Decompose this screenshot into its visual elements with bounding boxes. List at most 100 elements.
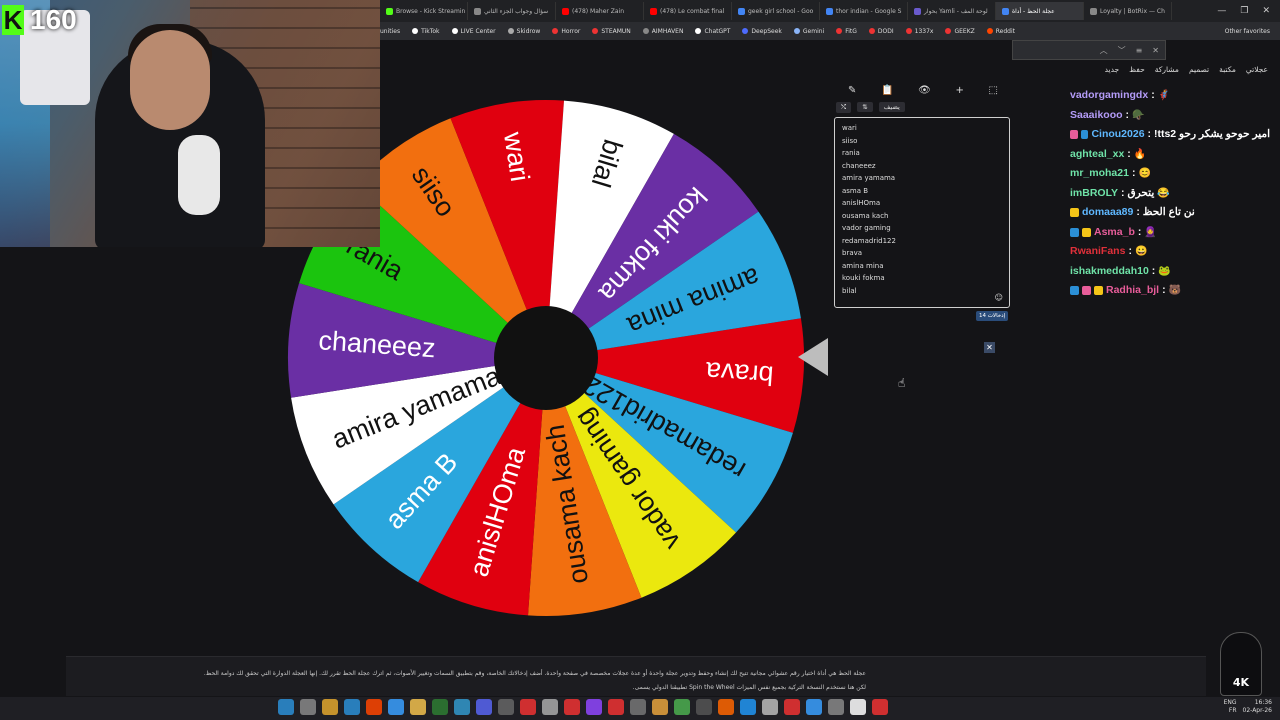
close-icon[interactable]: ✕: [1262, 6, 1270, 16]
toolbar-library[interactable]: مكتبة: [1219, 65, 1236, 74]
entry-line[interactable]: ousama kach: [842, 210, 1002, 223]
bookmark-item[interactable]: Gemini: [793, 28, 824, 35]
chat-username[interactable]: Cinou2026: [1091, 125, 1144, 145]
toolbar-save[interactable]: حفظ: [1129, 65, 1145, 74]
taskbar-app-icon[interactable]: [520, 699, 536, 715]
chat-username[interactable]: ishakmeddah10: [1070, 262, 1149, 282]
bookmark-item[interactable]: LIVE Center: [451, 28, 496, 35]
clock[interactable]: 16:36 02-Apr-26: [1243, 699, 1272, 715]
entry-line[interactable]: amira yamama: [842, 172, 1002, 185]
bookmark-item[interactable]: DODI: [868, 28, 894, 35]
browser-tab[interactable]: thor indian - Google S: [820, 2, 908, 20]
expand-icon[interactable]: ⬚: [989, 85, 998, 96]
entries-textarea[interactable]: wari siiso rania chaneeez amira yamama asma B…: [834, 117, 1010, 308]
entry-line[interactable]: rania: [842, 147, 1002, 160]
emoji-icon[interactable]: ☺: [995, 293, 1003, 302]
bookmark-item[interactable]: FitG: [836, 28, 857, 35]
entry-line[interactable]: amina mina: [842, 260, 1002, 273]
shuffle-button[interactable]: ⤭: [836, 101, 852, 113]
bookmark-item[interactable]: DeepSeek: [742, 28, 782, 35]
taskbar-app-icon[interactable]: [718, 699, 734, 715]
taskbar-app-icon[interactable]: [828, 699, 844, 715]
taskbar-app-icon[interactable]: [322, 699, 338, 715]
taskbar-app-icon[interactable]: [850, 699, 866, 715]
browser-tab[interactable]: geek girl school - Goo: [732, 2, 820, 20]
browser-tab[interactable]: سؤال وجواب الجزء الثاني: [468, 2, 556, 20]
bookmark-item[interactable]: Reddit: [986, 28, 1015, 35]
find-prev-icon[interactable]: ︿: [1100, 45, 1108, 56]
find-menu-icon[interactable]: ≡: [1136, 46, 1143, 55]
bookmark-item[interactable]: GEEKZ: [945, 28, 975, 35]
entry-line[interactable]: chaneeez: [842, 160, 1002, 173]
sort-button[interactable]: ⇅: [857, 102, 873, 112]
taskbar-app-icon[interactable]: [476, 699, 492, 715]
entry-line[interactable]: anislHOma: [842, 197, 1002, 210]
maximize-icon[interactable]: ❐: [1240, 6, 1248, 16]
entry-line[interactable]: bilal: [842, 285, 1002, 298]
taskbar-app-icon[interactable]: [410, 699, 426, 715]
taskbar-app-icon[interactable]: [388, 699, 404, 715]
chat-username[interactable]: Saaaikooo: [1070, 106, 1123, 126]
browser-tab[interactable]: (478) Maher Zain: [556, 2, 644, 20]
entry-line[interactable]: vador gaming: [842, 222, 1002, 235]
taskbar-app-icon[interactable]: [652, 699, 668, 715]
taskbar-app-icon[interactable]: [344, 699, 360, 715]
taskbar-app-icon[interactable]: [300, 699, 316, 715]
chat-username[interactable]: Radhia_bjl: [1106, 281, 1159, 301]
browser-tab[interactable]: Loyalty | BotRix — Ch: [1084, 2, 1172, 20]
taskbar-app-icon[interactable]: [542, 699, 558, 715]
hide-icon[interactable]: 👁: [918, 85, 931, 96]
find-next-icon[interactable]: ﹀: [1118, 45, 1126, 56]
entry-line[interactable]: asma B: [842, 185, 1002, 198]
taskbar-app-icon[interactable]: [630, 699, 646, 715]
taskbar-app-icon[interactable]: [674, 699, 690, 715]
bookmark-item[interactable]: AIMHAVEN: [642, 28, 683, 35]
bookmark-item[interactable]: Skidrow: [507, 28, 540, 35]
clipboard-icon[interactable]: 📋: [881, 85, 893, 96]
taskbar-app-icon[interactable]: [498, 699, 514, 715]
toolbar-new[interactable]: جديد: [1105, 65, 1120, 74]
bookmark-item[interactable]: STEAMUN: [592, 28, 631, 35]
edit-icon[interactable]: ✎: [848, 85, 856, 96]
bookmark-item[interactable]: TikTok: [412, 28, 440, 35]
entry-line[interactable]: siiso: [842, 135, 1002, 148]
taskbar-app-icon[interactable]: [432, 699, 448, 715]
taskbar-app-icon[interactable]: [586, 699, 602, 715]
taskbar-app-icon[interactable]: [740, 699, 756, 715]
add-icon[interactable]: +: [955, 85, 963, 96]
chat-username[interactable]: RwaniFans: [1070, 242, 1125, 262]
chat-username[interactable]: domaaa89: [1082, 203, 1133, 223]
find-close-icon[interactable]: ✕: [1152, 46, 1159, 55]
browser-tab[interactable]: Browse - Kick Streamin: [380, 2, 468, 20]
toolbar-my-wheels[interactable]: عجلاتي: [1246, 65, 1268, 74]
chat-username[interactable]: imBROLY: [1070, 184, 1118, 204]
minimize-icon[interactable]: —: [1217, 6, 1226, 16]
add-image-button[interactable]: يضيف: [878, 102, 905, 112]
taskbar-app-icon[interactable]: [762, 699, 778, 715]
chat-username[interactable]: aghteal_xx: [1070, 145, 1124, 165]
other-favorites-folder[interactable]: Other favorites: [1225, 28, 1280, 35]
browser-tab[interactable]: عجلة الحظ - أداة: [996, 2, 1084, 20]
browser-tab[interactable]: بحوار Yamli - لوحة المف: [908, 2, 996, 20]
toolbar-share[interactable]: مشاركة: [1155, 65, 1179, 74]
taskbar-app-icon[interactable]: [784, 699, 800, 715]
language-indicator[interactable]: ENG FR: [1224, 699, 1237, 715]
entry-line[interactable]: kouki fokma: [842, 272, 1002, 285]
taskbar-app-icon[interactable]: [696, 699, 712, 715]
bookmark-item[interactable]: 1337x: [905, 28, 933, 35]
taskbar-app-icon[interactable]: [806, 699, 822, 715]
entry-line[interactable]: brava: [842, 247, 1002, 260]
taskbar-app-icon[interactable]: [454, 699, 470, 715]
taskbar-app-icon[interactable]: [872, 699, 888, 715]
taskbar-app-icon[interactable]: [608, 699, 624, 715]
start-menu-icon[interactable]: [278, 699, 294, 715]
wheel-center-button[interactable]: [494, 306, 598, 410]
browser-tab[interactable]: (478) Le combat final: [644, 2, 732, 20]
entry-line[interactable]: wari: [842, 122, 1002, 135]
bookmark-item[interactable]: Horror: [552, 28, 580, 35]
taskbar-app-icon[interactable]: [366, 699, 382, 715]
taskbar-app-icon[interactable]: [564, 699, 580, 715]
toolbar-design[interactable]: تصميم: [1189, 65, 1209, 74]
chat-username[interactable]: vadorgamingdx: [1070, 86, 1148, 106]
close-panel-icon[interactable]: ✕: [984, 342, 995, 353]
